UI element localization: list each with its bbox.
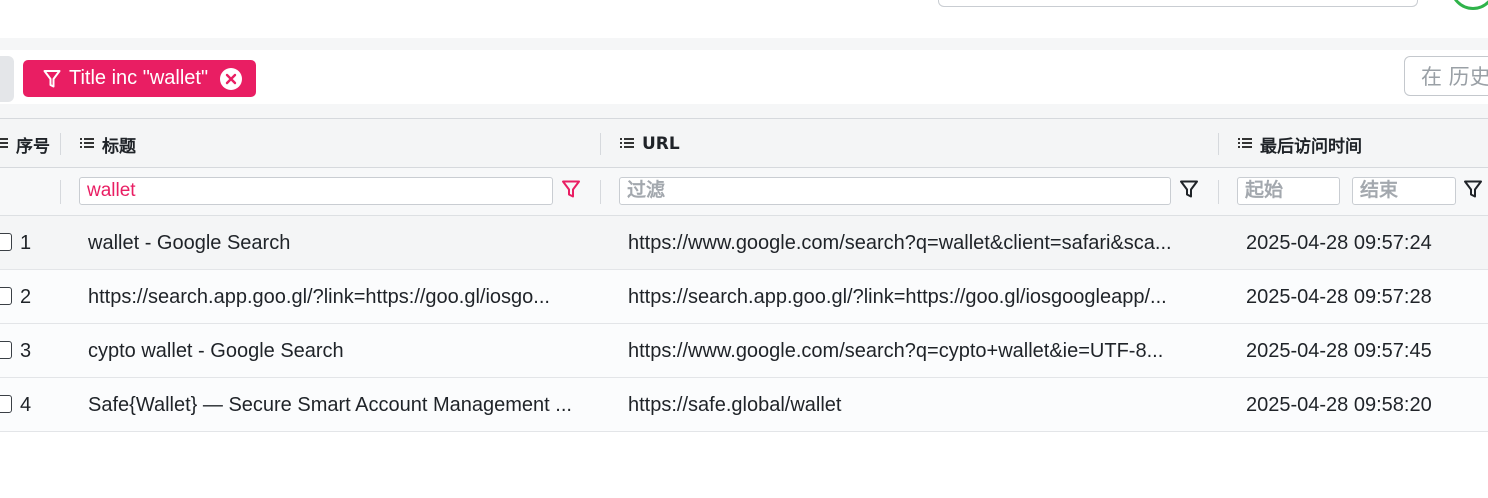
column-label: 序号 (16, 136, 50, 157)
column-divider (60, 180, 61, 204)
history-search-input[interactable]: 在 历史 (1404, 56, 1488, 96)
row-index: 4 (20, 394, 32, 416)
title-filter-input[interactable]: wallet (79, 177, 553, 205)
filter-bar: Title inc "wallet" 在 历史 (0, 38, 1488, 118)
top-search-box[interactable] (938, 0, 1418, 7)
list-icon (0, 134, 8, 154)
active-filter-chip[interactable]: Title inc "wallet" (23, 60, 257, 97)
row-checkbox[interactable] (0, 395, 12, 413)
close-icon[interactable] (220, 67, 243, 90)
column-divider[interactable] (1218, 133, 1219, 155)
row-title[interactable]: https://search.app.goo.gl/?link=https://… (88, 270, 588, 324)
url-filter-input[interactable]: 过滤 (619, 177, 1171, 205)
table-header: 序号 标题 URL 最后访问时间 (0, 118, 1488, 168)
row-title[interactable]: Safe{Wallet} — Secure Smart Account Mana… (88, 378, 588, 432)
top-toolbar (0, 0, 1488, 38)
table-row[interactable]: 4 Safe{Wallet} — Secure Smart Account Ma… (0, 378, 1488, 432)
row-index: 2 (20, 286, 32, 308)
column-label: URL (642, 134, 680, 154)
row-last-visit: 2025-04-28 09:57:28 (1246, 286, 1432, 308)
row-index: 3 (20, 340, 32, 362)
time-end-input[interactable]: 结束 (1352, 177, 1456, 205)
table-row[interactable]: 3 cypto wallet - Google Search https://w… (0, 324, 1488, 378)
time-start-input[interactable]: 起始 (1237, 177, 1340, 205)
filter-icon[interactable] (1463, 179, 1483, 203)
column-header-url[interactable]: URL (620, 119, 680, 169)
table-row[interactable]: 2 https://search.app.goo.gl/?link=https:… (0, 270, 1488, 324)
row-last-visit: 2025-04-28 09:57:45 (1246, 340, 1432, 362)
column-divider (600, 180, 601, 204)
column-label: 标题 (102, 136, 136, 157)
filter-icon[interactable] (561, 179, 581, 203)
list-icon (1238, 134, 1252, 154)
row-url[interactable]: https://safe.global/wallet (628, 378, 1211, 432)
column-header-index[interactable]: 序号 (0, 119, 50, 169)
column-divider[interactable] (600, 133, 601, 155)
column-filter-row: wallet 过滤 起始 结束 (0, 168, 1488, 216)
row-url[interactable]: https://www.google.com/search?q=cypto+wa… (628, 324, 1211, 378)
history-page: Title inc "wallet" 在 历史 序号 标题 URL 最后访问时间… (0, 0, 1488, 498)
row-index: 1 (20, 232, 32, 254)
column-divider (1218, 180, 1219, 204)
status-ring-icon[interactable] (1450, 0, 1488, 10)
filter-icon[interactable] (1179, 179, 1199, 203)
row-url[interactable]: https://search.app.goo.gl/?link=https://… (628, 270, 1211, 324)
row-checkbox[interactable] (0, 287, 12, 305)
list-icon (80, 134, 94, 154)
column-divider[interactable] (60, 133, 61, 155)
filter-icon (43, 69, 61, 89)
row-last-visit: 2025-04-28 09:58:20 (1246, 394, 1432, 416)
table-row[interactable]: 1 wallet - Google Search https://www.goo… (0, 216, 1488, 270)
row-title[interactable]: wallet - Google Search (88, 216, 588, 270)
row-checkbox[interactable] (0, 233, 12, 251)
filter-bar-inner: Title inc "wallet" 在 历史 (0, 50, 1488, 104)
column-header-last-visit[interactable]: 最后访问时间 (1238, 119, 1362, 169)
column-header-title[interactable]: 标题 (80, 119, 136, 169)
row-last-visit: 2025-04-28 09:57:24 (1246, 232, 1432, 254)
sidebar-toggle[interactable] (0, 56, 14, 102)
list-icon (620, 134, 634, 154)
row-checkbox[interactable] (0, 341, 12, 359)
filter-chip-label: Title inc "wallet" (69, 67, 209, 89)
row-title[interactable]: cypto wallet - Google Search (88, 324, 588, 378)
row-url[interactable]: https://www.google.com/search?q=wallet&c… (628, 216, 1211, 270)
column-label: 最后访问时间 (1260, 136, 1362, 157)
